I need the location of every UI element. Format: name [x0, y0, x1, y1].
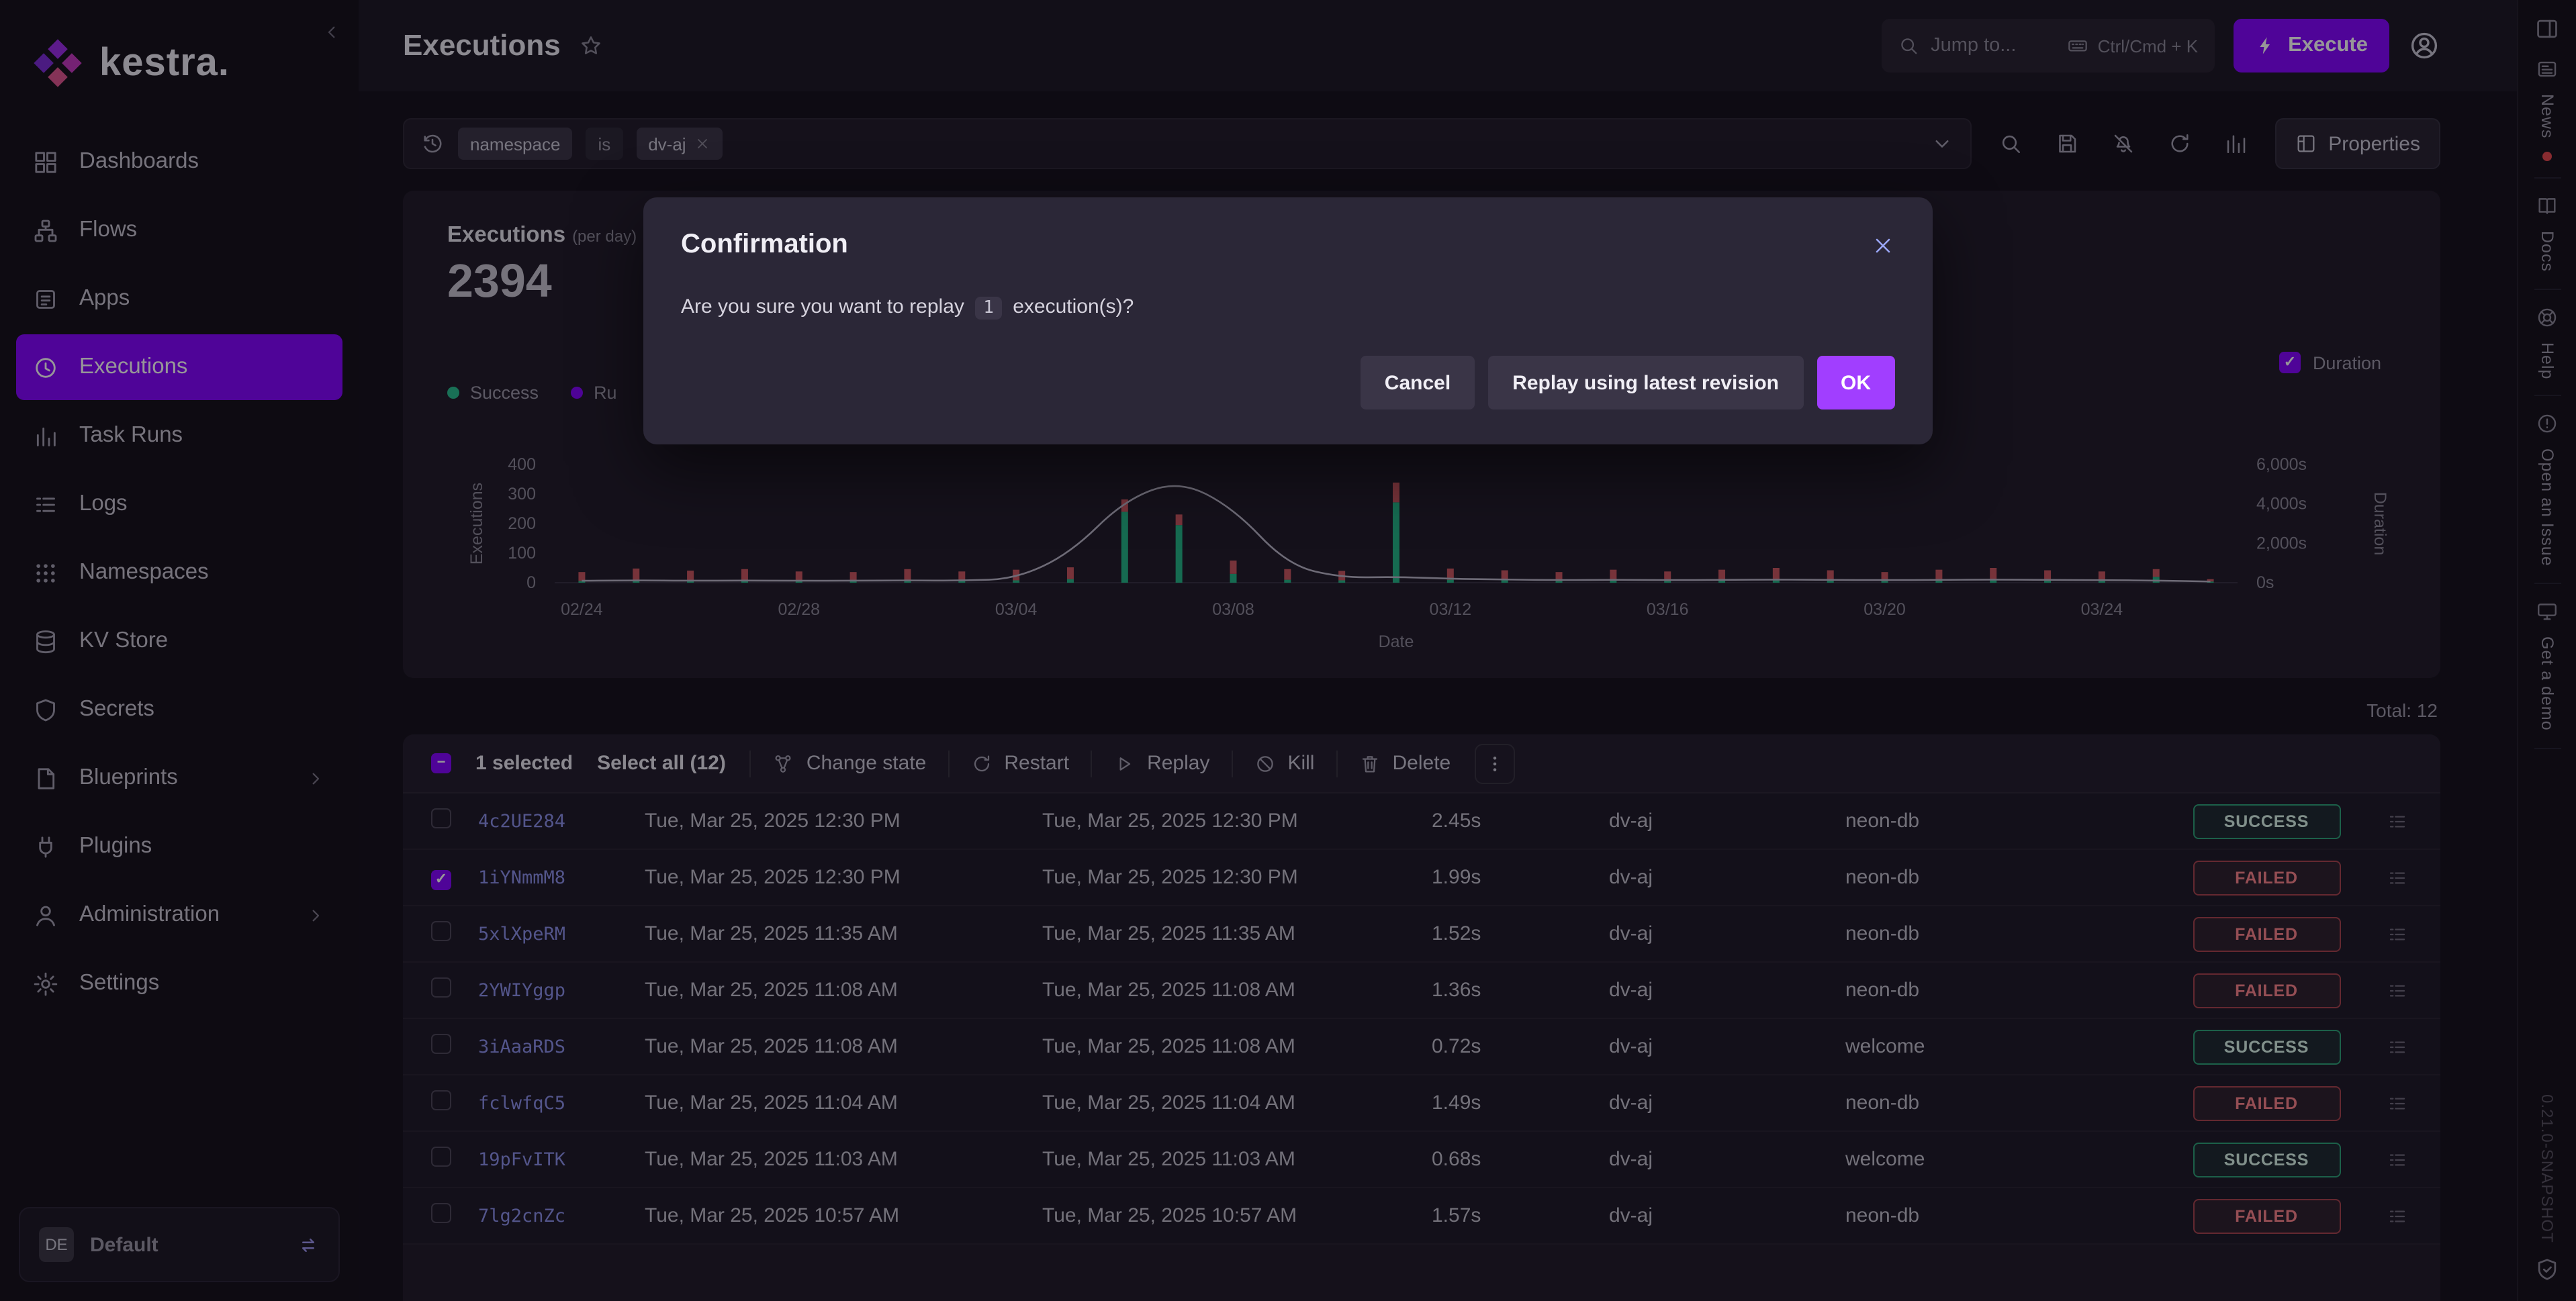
modal-message: Are you sure you want to replay 1 execut… — [681, 295, 1895, 318]
ok-button[interactable]: OK — [1816, 356, 1895, 409]
modal-message-prefix: Are you sure you want to replay — [681, 295, 970, 318]
modal-overlay — [0, 0, 2576, 1301]
modal-message-suffix: execution(s)? — [1007, 295, 1134, 318]
confirmation-dialog: Confirmation Are you sure you want to re… — [643, 197, 1933, 444]
execution-count: 1 — [975, 297, 1002, 320]
modal-title: Confirmation — [681, 230, 848, 260]
replay-latest-revision-button[interactable]: Replay using latest revision — [1488, 356, 1803, 409]
close-icon[interactable] — [1871, 233, 1895, 257]
kestra-app: kestra. DashboardsFlowsAppsExecutionsTas… — [0, 0, 2576, 1301]
cancel-button[interactable]: Cancel — [1361, 356, 1475, 409]
